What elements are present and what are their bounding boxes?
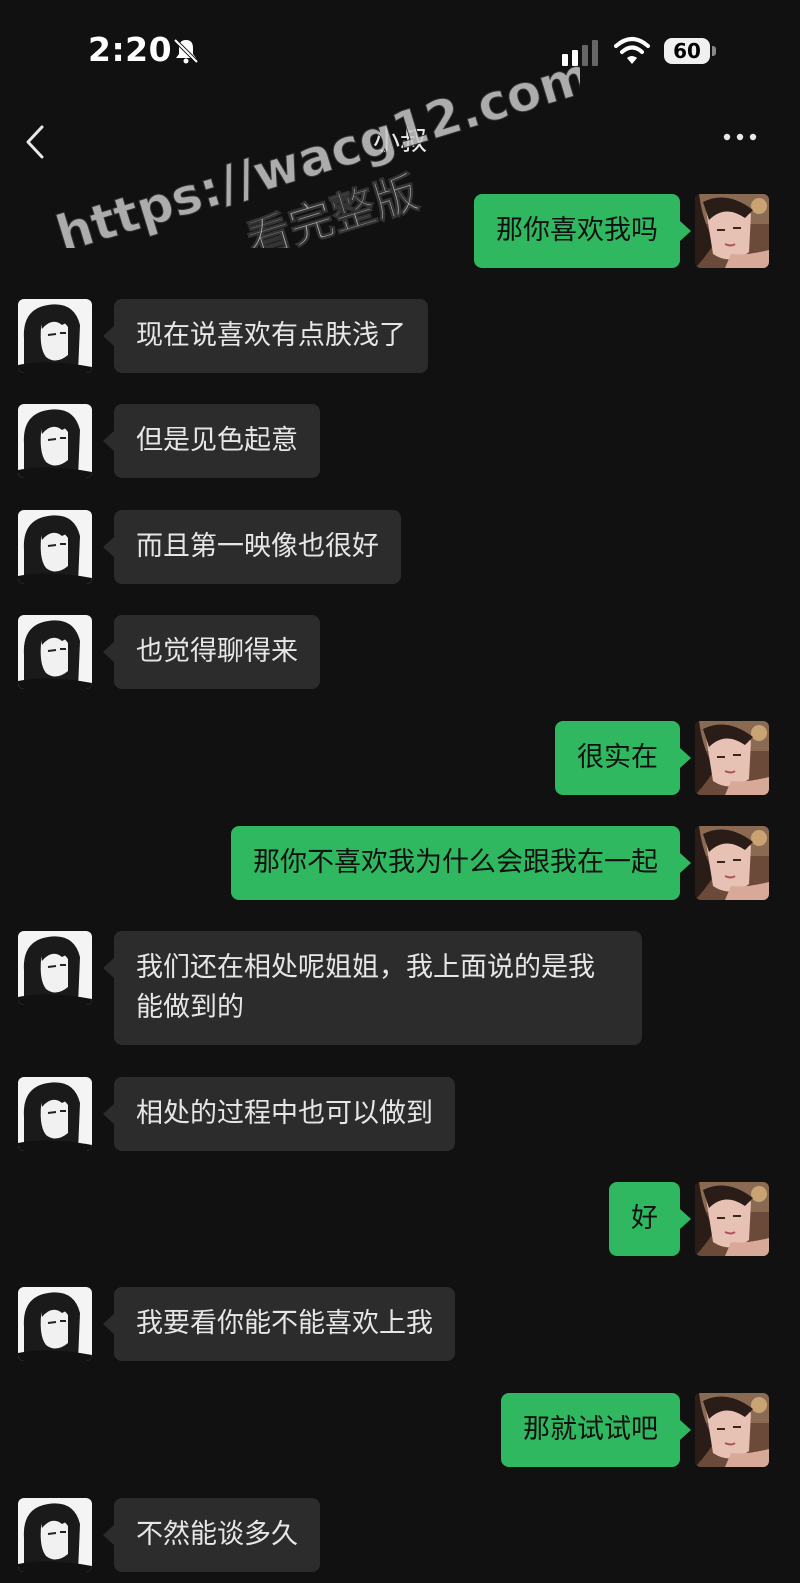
- avatar[interactable]: [695, 721, 769, 795]
- message-bubble[interactable]: 我们还在相处呢姐姐，我上面说的是我能做到的: [103, 931, 642, 1045]
- avatar[interactable]: [695, 826, 769, 900]
- avatar[interactable]: [18, 1287, 92, 1361]
- message-bubble[interactable]: 很实在: [555, 721, 691, 795]
- message-bubble[interactable]: 我要看你能不能喜欢上我: [103, 1287, 455, 1361]
- message-bubble[interactable]: 现在说喜欢有点肤浅了: [103, 299, 428, 373]
- avatar[interactable]: [18, 510, 92, 584]
- avatar[interactable]: [695, 1393, 769, 1467]
- avatar[interactable]: [18, 1077, 92, 1151]
- avatar[interactable]: [695, 1182, 769, 1256]
- message-bubble[interactable]: 而且第一映像也很好: [103, 510, 401, 584]
- message-bubble[interactable]: 但是见色起意: [103, 404, 320, 478]
- avatar[interactable]: [18, 1498, 92, 1572]
- avatar[interactable]: [18, 615, 92, 689]
- avatar[interactable]: [18, 299, 92, 373]
- avatar[interactable]: [695, 194, 769, 268]
- message-bubble[interactable]: 那你不喜欢我为什么会跟我在一起: [231, 826, 691, 900]
- message-bubble[interactable]: 好: [609, 1182, 691, 1256]
- message-bubble[interactable]: 相处的过程中也可以做到: [103, 1077, 455, 1151]
- message-bubble[interactable]: 不然能谈多久: [103, 1498, 320, 1572]
- message-bubble[interactable]: 也觉得聊得来: [103, 615, 320, 689]
- message-list[interactable]: 那你喜欢我吗 现在说喜欢有点肤浅了 但是见色起意 而且第一映像也很好 也觉得聊得…: [0, 0, 800, 1583]
- message-bubble[interactable]: 那你喜欢我吗: [474, 194, 691, 268]
- avatar[interactable]: [18, 931, 92, 1005]
- message-bubble[interactable]: 那就试试吧: [501, 1393, 691, 1467]
- avatar[interactable]: [18, 404, 92, 478]
